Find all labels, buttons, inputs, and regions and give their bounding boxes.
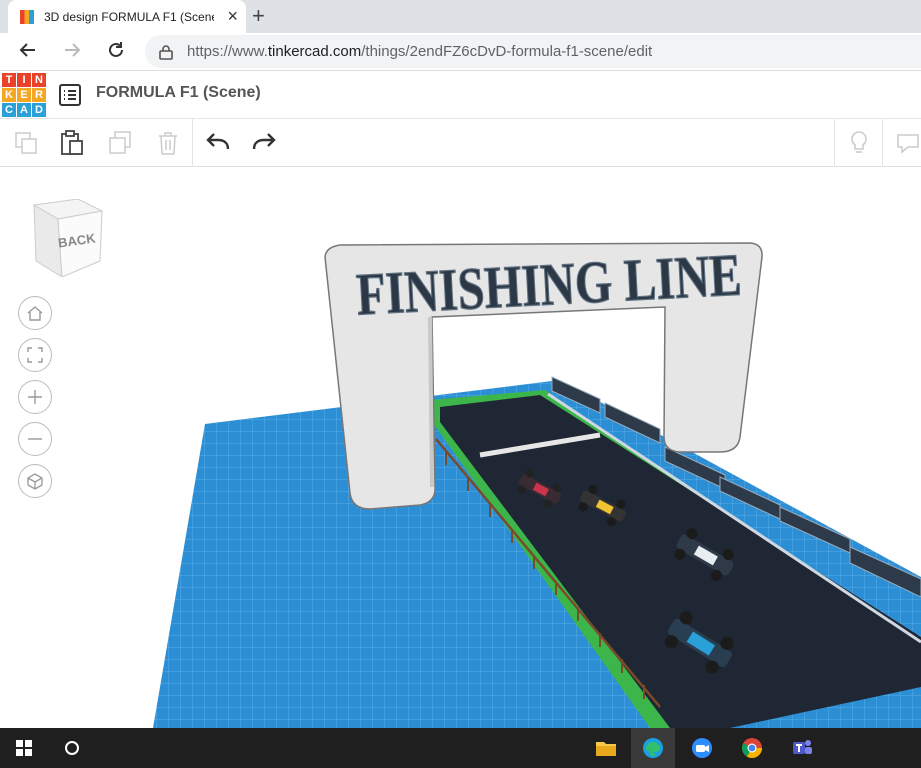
perspective-cube-icon <box>27 473 43 490</box>
logo-letter: C <box>2 103 16 117</box>
paste-icon <box>61 130 83 155</box>
url-path: /things/2endFZ6cDvD-formula-f1-scene/edi… <box>361 43 653 60</box>
logo-letter: N <box>32 73 46 87</box>
new-tab-button[interactable]: + <box>252 3 265 29</box>
workplane-viewport[interactable]: FINISHING LINE BACK <box>0 167 921 728</box>
forward-button[interactable] <box>62 40 82 66</box>
logo-letter: I <box>17 73 31 87</box>
reload-icon <box>109 42 123 57</box>
file-explorer-icon <box>596 742 616 756</box>
toolbar-divider-notes <box>882 119 883 167</box>
tab-close-button[interactable]: × <box>227 7 238 25</box>
teams-icon <box>793 740 812 754</box>
browser-tab-bar: 3D design FORMULA F1 (Scene) × + <box>0 0 921 33</box>
logo-letter: K <box>2 88 16 102</box>
edge-icon <box>643 738 663 758</box>
undo-icon <box>206 133 230 150</box>
logo-letter: A <box>17 103 31 117</box>
edit-toolbar <box>0 119 921 167</box>
duplicate-icon <box>109 131 131 154</box>
fit-view-icon <box>27 347 43 363</box>
copy-button[interactable] <box>12 129 40 157</box>
trash-icon <box>159 132 177 155</box>
zoom-icon <box>692 738 712 758</box>
url-text: https://www.tinkercad.com/things/2endFZ6… <box>187 43 652 60</box>
logo-letter: D <box>32 103 46 117</box>
back-button[interactable] <box>18 40 38 66</box>
zoom-out-button[interactable] <box>18 422 52 456</box>
copy-icon <box>15 132 37 154</box>
hint-button[interactable] <box>845 129 873 157</box>
zoom-in-icon <box>28 390 42 404</box>
notes-button[interactable] <box>894 129 921 157</box>
toolbar-divider-right <box>834 119 835 167</box>
home-view-button[interactable] <box>18 296 52 330</box>
chrome-icon <box>741 738 762 758</box>
duplicate-button[interactable] <box>106 129 134 157</box>
url-prefix: https://www. <box>187 43 268 60</box>
arrow-left-icon <box>19 43 35 57</box>
taskbar-file-explorer[interactable] <box>584 728 628 768</box>
lightbulb-icon <box>851 131 867 153</box>
search-circle-icon <box>65 741 79 755</box>
tab-title: 3D design FORMULA F1 (Scene) <box>44 9 214 24</box>
reload-button[interactable] <box>106 40 126 66</box>
url-field[interactable]: https://www.tinkercad.com/things/2endFZ6… <box>145 35 921 68</box>
redo-button[interactable] <box>250 129 278 157</box>
view-cube[interactable]: BACK <box>28 198 104 278</box>
taskbar-zoom[interactable] <box>680 728 724 768</box>
lock-icon <box>159 44 173 60</box>
zoom-out-icon <box>28 438 42 440</box>
url-host: tinkercad.com <box>267 43 362 60</box>
designs-menu-button[interactable] <box>58 83 82 112</box>
start-button[interactable] <box>16 740 32 761</box>
app-header: TIN KER CAD FORMULA F1 (Scene) <box>0 71 921 119</box>
taskbar-teams[interactable] <box>780 728 824 768</box>
taskbar-chrome[interactable] <box>730 728 774 768</box>
note-icon <box>897 134 919 154</box>
taskbar-edge[interactable] <box>631 728 675 768</box>
home-icon <box>27 306 43 321</box>
browser-tab[interactable]: 3D design FORMULA F1 (Scene) × <box>8 0 246 33</box>
windows-logo-icon <box>16 740 32 756</box>
redo-icon <box>252 133 276 150</box>
toolbar-divider <box>192 119 193 167</box>
tinkercad-favicon-icon <box>20 9 34 24</box>
perspective-button[interactable] <box>18 464 52 498</box>
paste-button[interactable] <box>58 129 86 157</box>
search-button[interactable] <box>63 739 81 762</box>
undo-button[interactable] <box>204 129 232 157</box>
zoom-in-button[interactable] <box>18 380 52 414</box>
design-title[interactable]: FORMULA F1 (Scene) <box>96 84 261 102</box>
fit-view-button[interactable] <box>18 338 52 372</box>
address-bar: https://www.tinkercad.com/things/2endFZ6… <box>0 33 921 71</box>
windows-taskbar <box>0 728 921 768</box>
arrow-right-icon <box>65 43 81 57</box>
logo-letter: R <box>32 88 46 102</box>
scene-canvas[interactable]: FINISHING LINE <box>0 167 921 728</box>
tinkercad-logo[interactable]: TIN KER CAD <box>2 73 46 117</box>
delete-button[interactable] <box>154 129 182 157</box>
list-menu-icon <box>59 84 81 106</box>
logo-letter: E <box>17 88 31 102</box>
logo-letter: T <box>2 73 16 87</box>
